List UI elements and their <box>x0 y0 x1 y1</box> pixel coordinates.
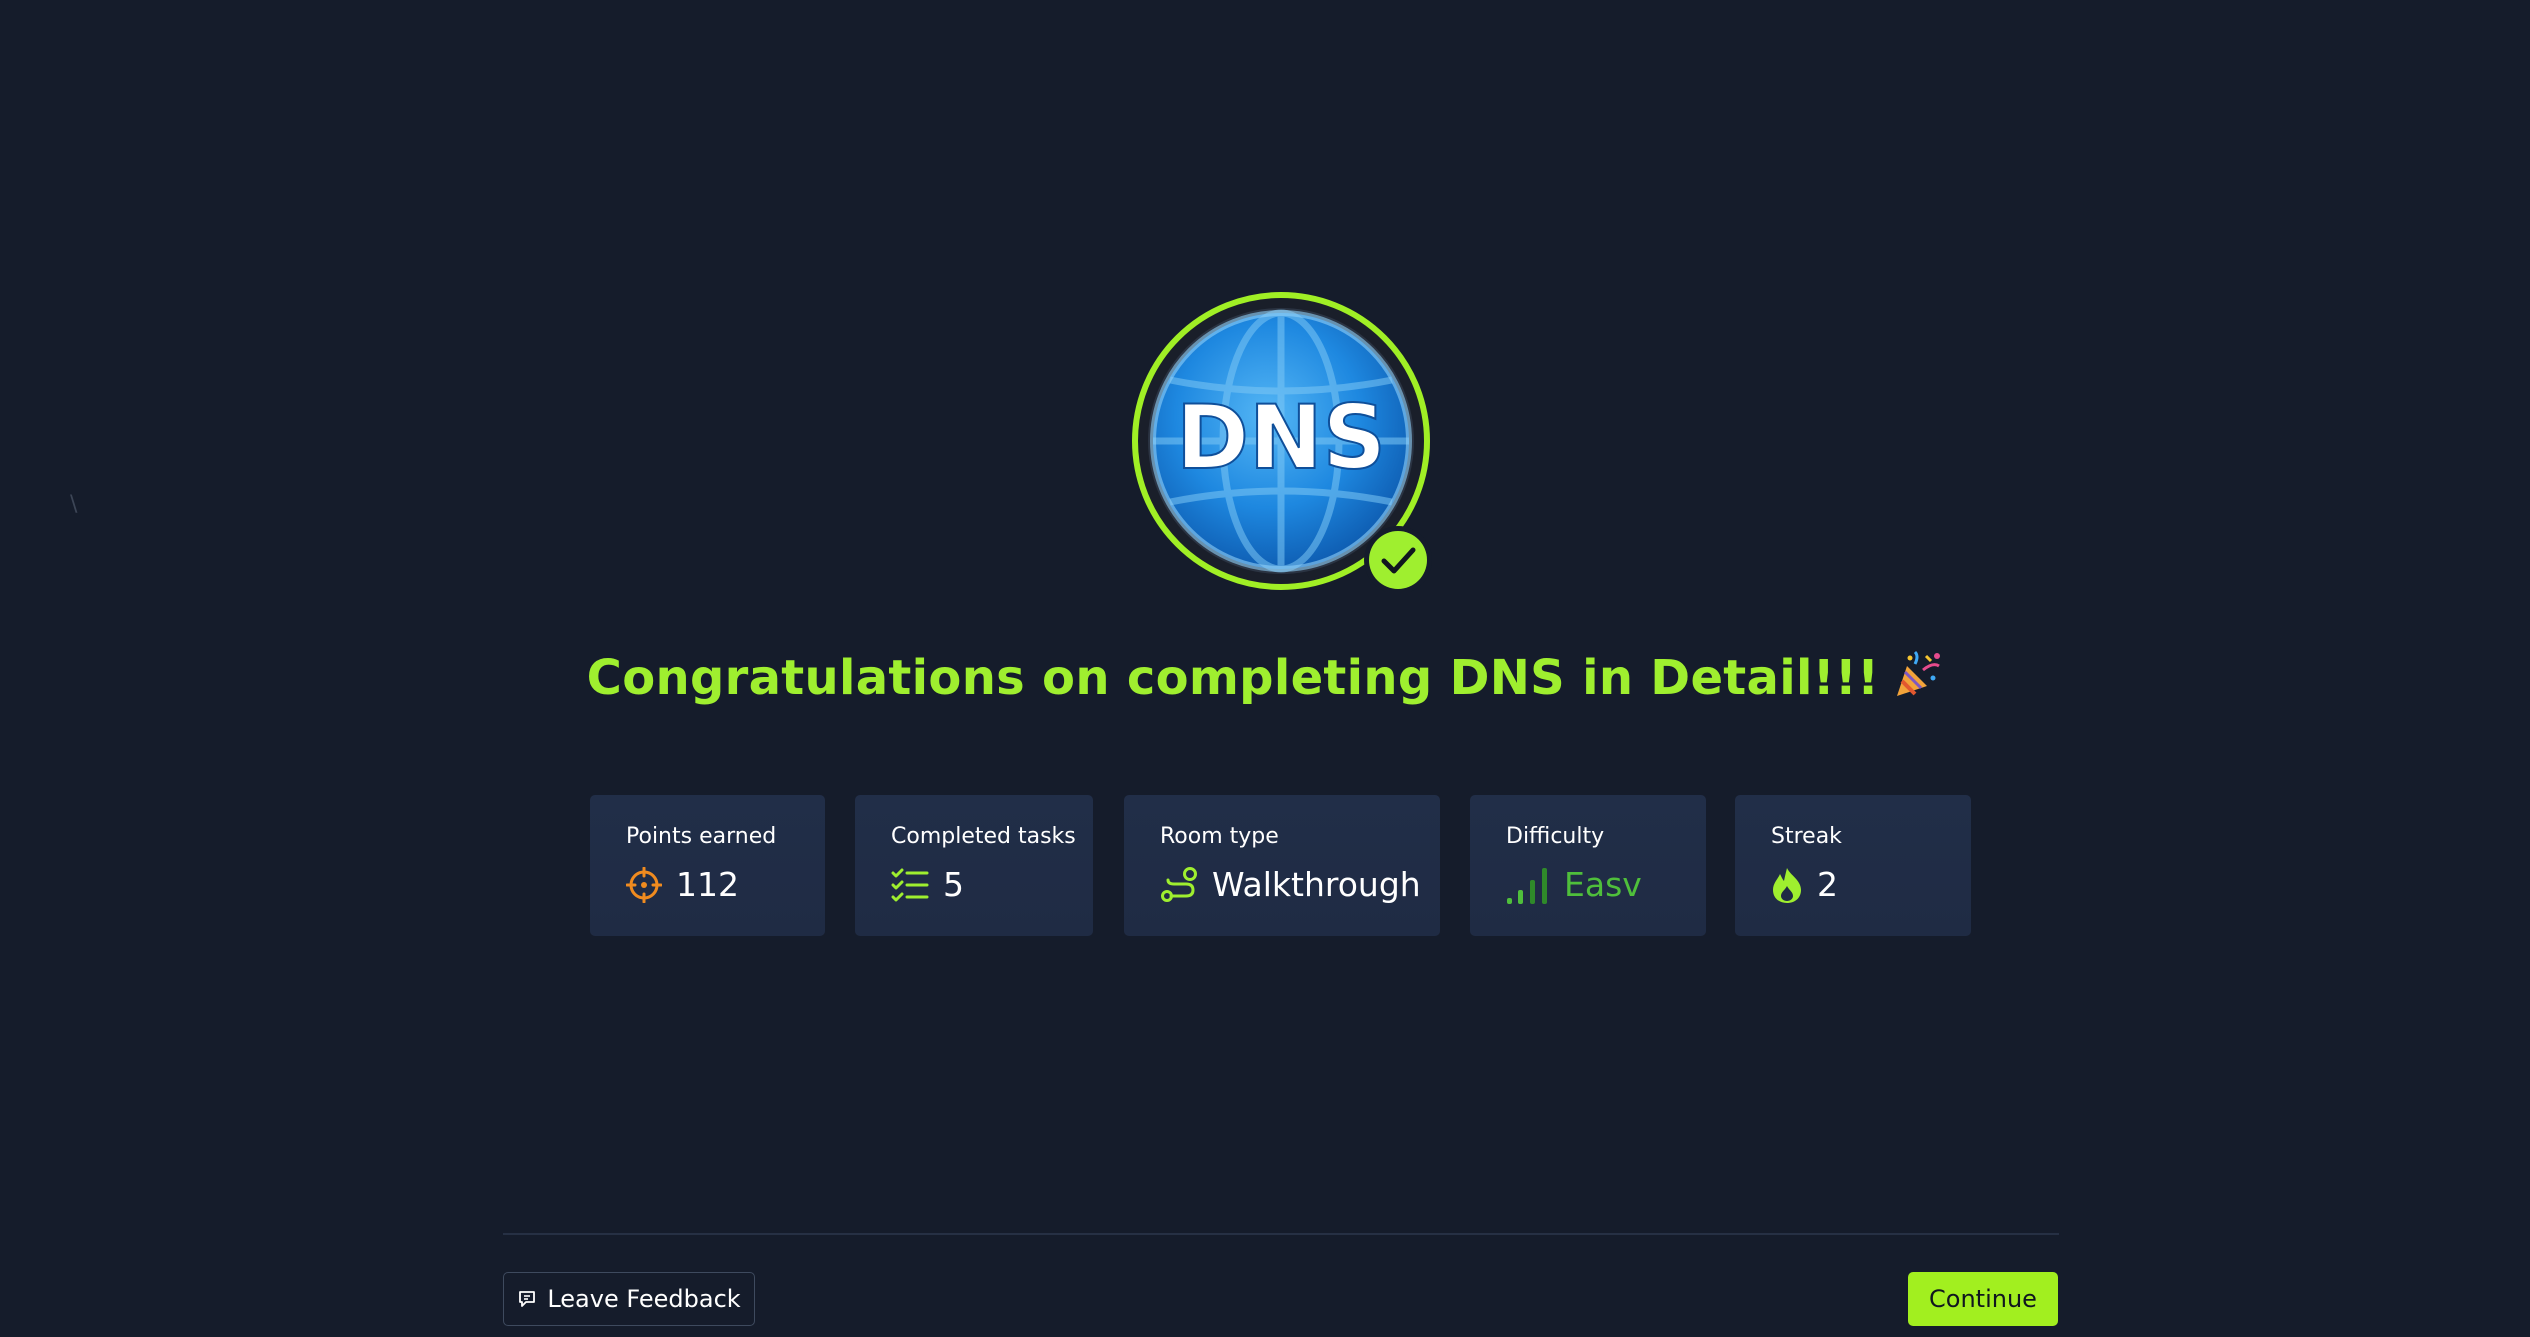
stray-glyph: \ <box>70 492 78 517</box>
checklist-icon <box>891 868 929 902</box>
stat-value: Walkthrough <box>1212 865 1421 904</box>
footer-divider <box>503 1233 2059 1235</box>
signal-bars-icon <box>1507 868 1547 904</box>
stat-label: Room type <box>1160 824 1279 849</box>
stat-card-room-type: Room type Walkthrough <box>1124 795 1440 936</box>
leave-feedback-button[interactable]: Leave Feedback <box>503 1272 755 1326</box>
stat-card-points: Points earned 112 <box>590 795 825 936</box>
stat-card-difficulty: Difficulty Easv <box>1470 795 1706 936</box>
flame-icon <box>1773 868 1801 903</box>
badge-text: DNS <box>1176 386 1386 489</box>
stat-value: Easv <box>1564 865 1642 904</box>
stat-label: Difficulty <box>1506 824 1605 849</box>
stat-card-completed-tasks: Completed tasks 5 <box>855 795 1093 936</box>
stat-label: Streak <box>1771 824 1842 849</box>
dns-badge: DNS <box>1132 292 1432 592</box>
stat-card-streak: Streak 2 <box>1735 795 1971 936</box>
stat-label: Points earned <box>626 824 777 849</box>
stats-row: Points earned 112 Completed tasks 5 Room… <box>0 795 2530 936</box>
stat-label: Completed tasks <box>891 824 1076 849</box>
leave-feedback-label: Leave Feedback <box>547 1285 741 1313</box>
title-text: Congratulations on completing DNS in Det… <box>586 650 1880 706</box>
crosshair-target-icon <box>626 867 662 903</box>
chat-bubble-icon <box>519 1291 536 1307</box>
checkmark-icon <box>1364 526 1432 592</box>
stat-value: 5 <box>943 865 964 904</box>
continue-button[interactable]: Continue <box>1908 1272 2058 1326</box>
route-icon <box>1161 867 1197 902</box>
stat-value: 112 <box>676 865 739 904</box>
stat-value: 2 <box>1817 865 1838 904</box>
party-popper-icon <box>1897 650 1941 696</box>
completion-title: Congratulations on completing DNS in Det… <box>0 650 2530 706</box>
